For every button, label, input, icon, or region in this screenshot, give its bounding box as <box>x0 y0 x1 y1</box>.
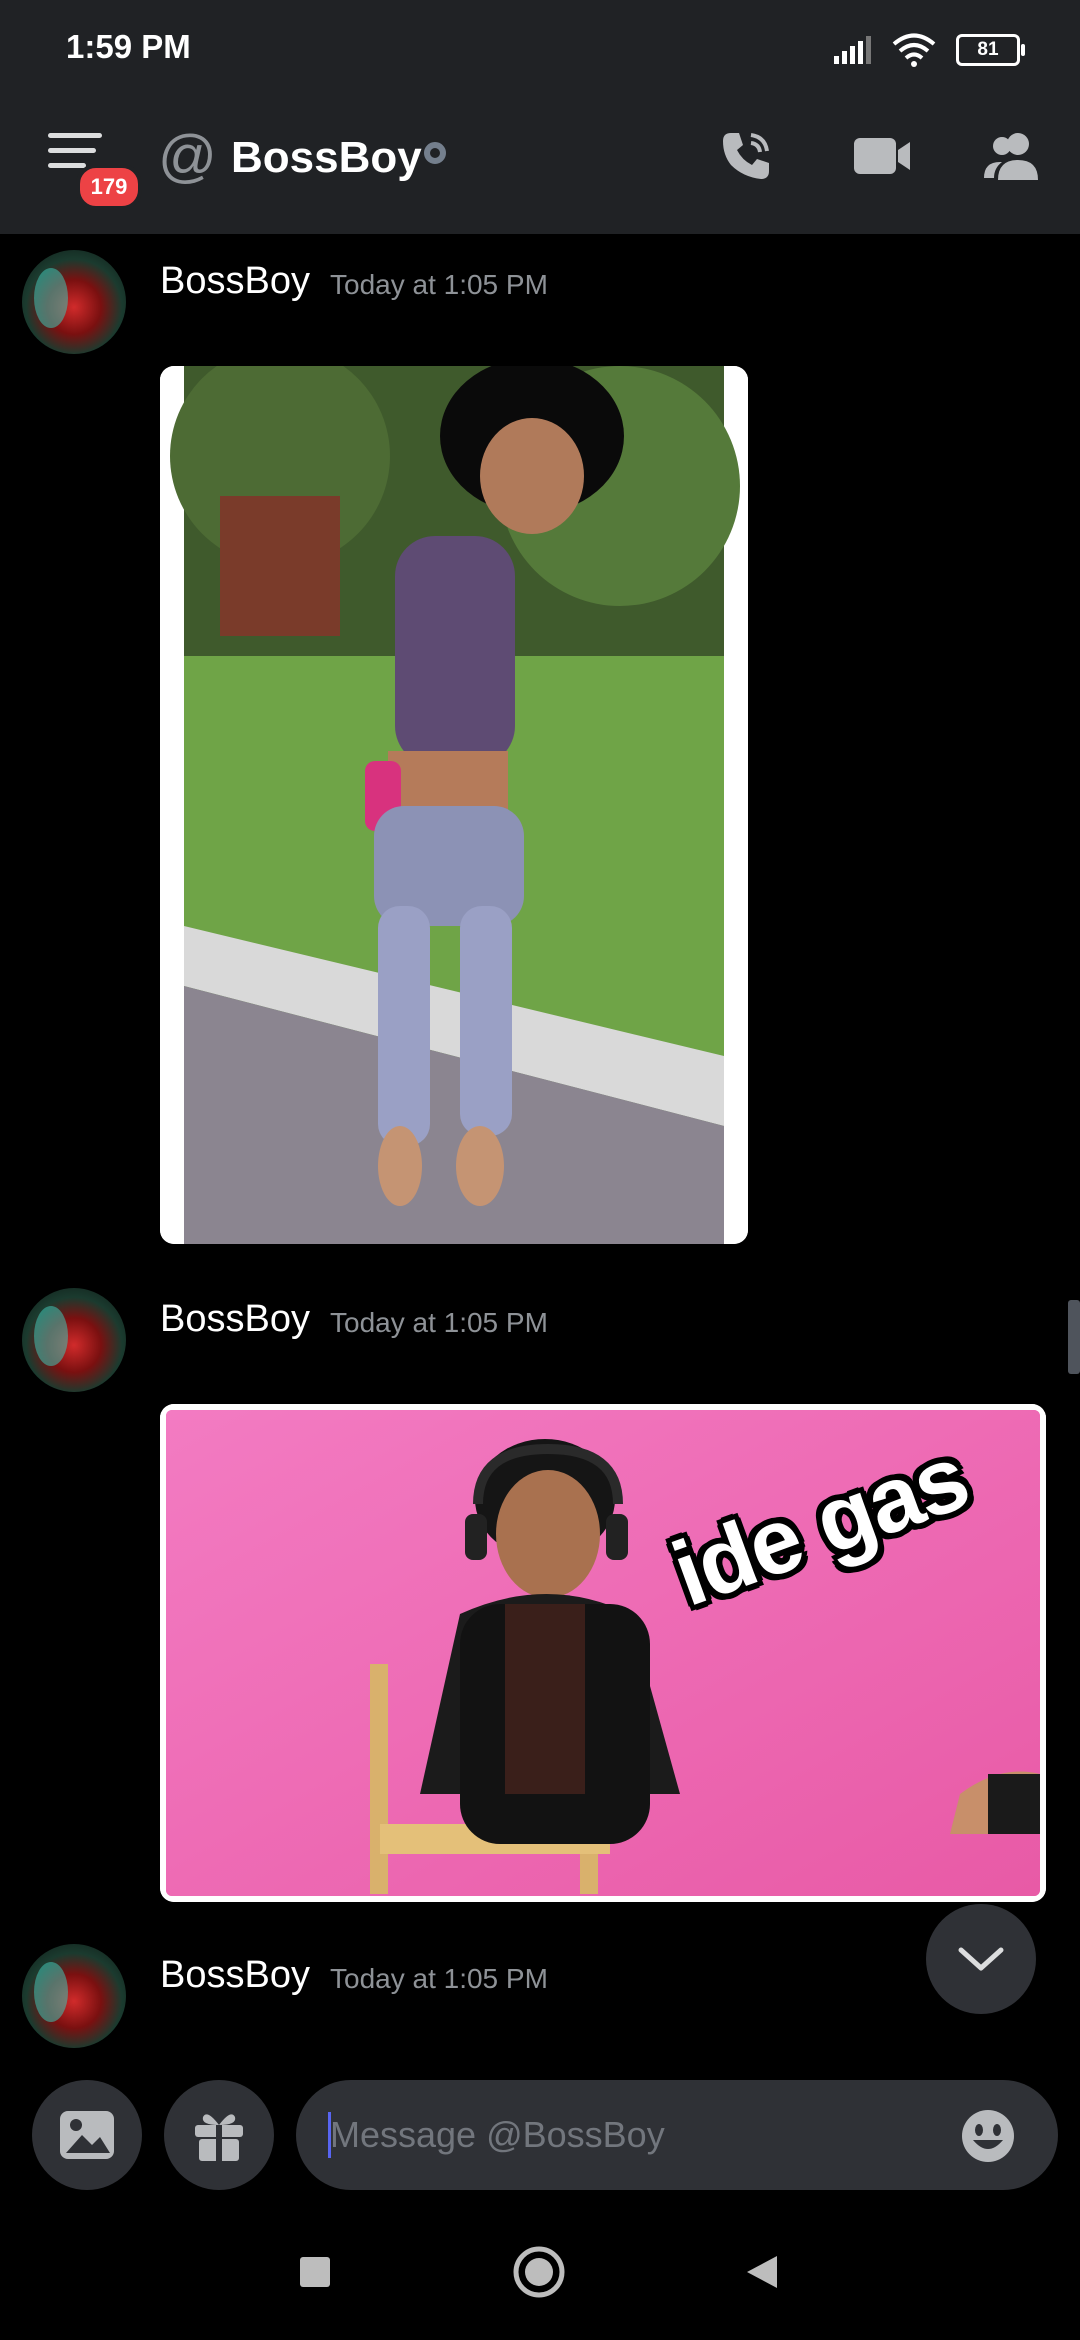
status-bar: 1:59 PM 81 <box>0 0 1080 78</box>
emoji-icon <box>962 2110 1014 2162</box>
message-timestamp: Today at 1:05 PM <box>330 1307 548 1338</box>
message-input[interactable] <box>296 2080 1058 2190</box>
chevron-down-icon <box>958 1947 1004 1971</box>
status-time: 1:59 PM <box>66 28 191 65</box>
image-attachment[interactable]: ide gas <box>160 1404 1046 1902</box>
avatar[interactable] <box>22 1288 126 1392</box>
message-timestamp: Today at 1:05 PM <box>330 269 548 300</box>
gift-button[interactable] <box>164 2080 274 2190</box>
channel-title[interactable]: BossBoy <box>231 130 422 186</box>
recents-button[interactable] <box>288 2245 342 2299</box>
text-caret <box>328 2112 331 2158</box>
gift-icon <box>195 2114 243 2161</box>
battery-icon: 81 <box>956 34 1025 66</box>
dm-header: 179 @ BossBoy <box>0 78 1080 234</box>
home-button[interactable] <box>512 2245 566 2299</box>
video-call-icon[interactable] <box>850 124 914 188</box>
unread-badge: 179 <box>76 164 142 210</box>
emoji-button[interactable] <box>960 2108 1016 2164</box>
message-author[interactable]: BossBoy <box>160 258 310 304</box>
members-icon[interactable] <box>980 124 1044 188</box>
offline-status-icon <box>424 142 446 164</box>
attach-image-button[interactable] <box>32 2080 142 2190</box>
wifi-icon <box>892 33 936 67</box>
status-icons: 81 <box>832 30 1025 70</box>
jump-to-present-button[interactable] <box>926 1904 1036 2014</box>
system-navigation-bar <box>0 2200 1080 2340</box>
message-timestamp: Today at 1:05 PM <box>330 1963 548 1994</box>
avatar[interactable] <box>22 1944 126 2048</box>
avatar[interactable] <box>22 250 126 354</box>
message-composer <box>0 2060 1080 2200</box>
circle-icon <box>513 2246 565 2298</box>
voice-call-icon[interactable] <box>714 124 778 188</box>
image-attachment[interactable] <box>160 366 748 1244</box>
square-icon <box>300 2257 330 2287</box>
at-icon: @ <box>158 124 217 189</box>
message-author[interactable]: BossBoy <box>160 1952 310 1998</box>
image-icon <box>60 2111 114 2159</box>
back-button[interactable] <box>734 2245 788 2299</box>
message-author[interactable]: BossBoy <box>160 1296 310 1342</box>
triangle-back-icon <box>747 2256 777 2288</box>
scrollbar[interactable] <box>1068 1300 1080 1374</box>
signal-icon <box>834 36 871 64</box>
battery-level: 81 <box>977 39 999 60</box>
